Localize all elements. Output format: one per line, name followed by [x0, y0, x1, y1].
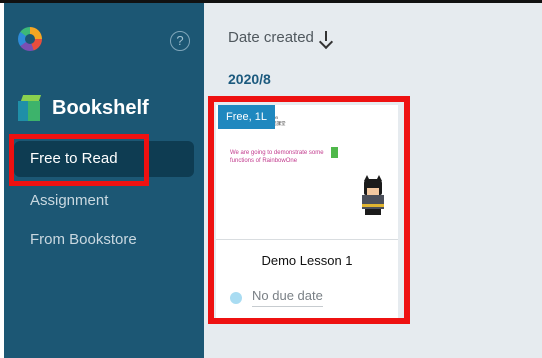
help-icon[interactable]: ?: [170, 31, 190, 51]
arrow-down-icon: [320, 30, 332, 45]
rainbowone-logo-icon[interactable]: [18, 27, 42, 51]
bookshelf-header: Bookshelf: [18, 95, 149, 121]
highlight-box-free-to-read: [9, 134, 149, 186]
sidebar-item-from-bookstore[interactable]: From Bookstore: [14, 222, 194, 258]
highlight-box-lesson-card: [208, 96, 410, 324]
bookshelf-title: Bookshelf: [52, 96, 149, 119]
sort-control[interactable]: Date created: [228, 29, 332, 46]
bookshelf-icon: [18, 95, 42, 121]
sidebar-item-assignment[interactable]: Assignment: [14, 183, 194, 219]
sort-label: Date created: [228, 29, 314, 46]
app-window: ? Bookshelf Free to Read Assignment From…: [0, 0, 542, 358]
group-date-heading: 2020/8: [228, 71, 271, 87]
